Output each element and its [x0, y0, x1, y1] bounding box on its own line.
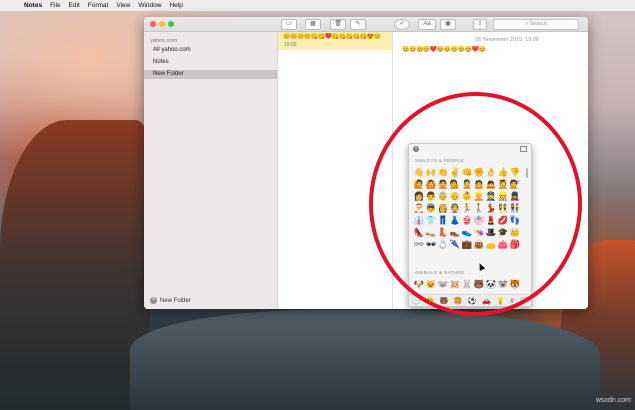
- share-button[interactable]: ⇪: [473, 19, 487, 30]
- desktop-rock-bottom: [130, 310, 600, 410]
- account-header: yahoo.com: [150, 38, 177, 44]
- minimize-window-button[interactable]: [159, 21, 165, 27]
- note-date: 26 November 2015, 19:06: [475, 37, 539, 43]
- desktop-rock-left: [0, 120, 150, 410]
- attachments-browser-button[interactable]: ▦: [305, 19, 321, 30]
- folders-sidebar: yahoo.com All yahoo.com Notes New Folder…: [144, 32, 278, 309]
- highlight-circle: [369, 92, 582, 316]
- note-list-item[interactable]: 😊😊😊😊😋😋❤️😋😋😋😋😋😍😊 19:06: [278, 32, 392, 50]
- plus-icon: +: [150, 297, 157, 304]
- delete-note-button[interactable]: 🗑: [330, 19, 346, 30]
- sidebar-item-notes[interactable]: Notes: [144, 58, 277, 67]
- menu-app-name[interactable]: Notes: [24, 2, 42, 9]
- menu-view[interactable]: View: [116, 2, 130, 9]
- sidebar-item-new-folder[interactable]: New Folder: [144, 70, 277, 79]
- note-body[interactable]: 😊😊😊😊❤️😊😊😊😊😊❤️😊: [402, 47, 486, 54]
- new-folder-label: New Folder: [160, 297, 191, 304]
- menu-bar: Notes File Edit Format View Window Help: [0, 0, 635, 12]
- menu-help[interactable]: Help: [169, 2, 182, 9]
- menu-edit[interactable]: Edit: [69, 2, 80, 9]
- toggle-sidebar-button[interactable]: ▭: [281, 19, 297, 30]
- text-style-button[interactable]: Aa: [418, 19, 436, 30]
- search-placeholder: Search: [529, 21, 548, 27]
- menu-window[interactable]: Window: [138, 2, 161, 9]
- sidebar-item-all[interactable]: All yahoo.com: [144, 46, 277, 55]
- watermark: wsxdn.com: [595, 397, 631, 404]
- add-photo-button[interactable]: ▣: [440, 19, 456, 30]
- window-toolbar: ▭ ▦ 🗑 ✎ ✓ Aa ▣ ⇪ ⌕ Search: [144, 17, 588, 32]
- search-input[interactable]: ⌕ Search: [493, 19, 579, 30]
- menu-format[interactable]: Format: [88, 2, 109, 9]
- close-window-button[interactable]: [150, 21, 156, 27]
- menu-file[interactable]: File: [50, 2, 60, 9]
- checklist-button[interactable]: ✓: [394, 19, 410, 30]
- note-preview: 😊😊😊😊😋😋❤️😋😋😋😋😋😍😊: [283, 34, 381, 40]
- new-folder-button[interactable]: + New Folder: [150, 297, 191, 304]
- note-time: 19:06: [284, 42, 297, 48]
- zoom-window-button[interactable]: [168, 21, 174, 27]
- new-note-button[interactable]: ✎: [350, 19, 366, 30]
